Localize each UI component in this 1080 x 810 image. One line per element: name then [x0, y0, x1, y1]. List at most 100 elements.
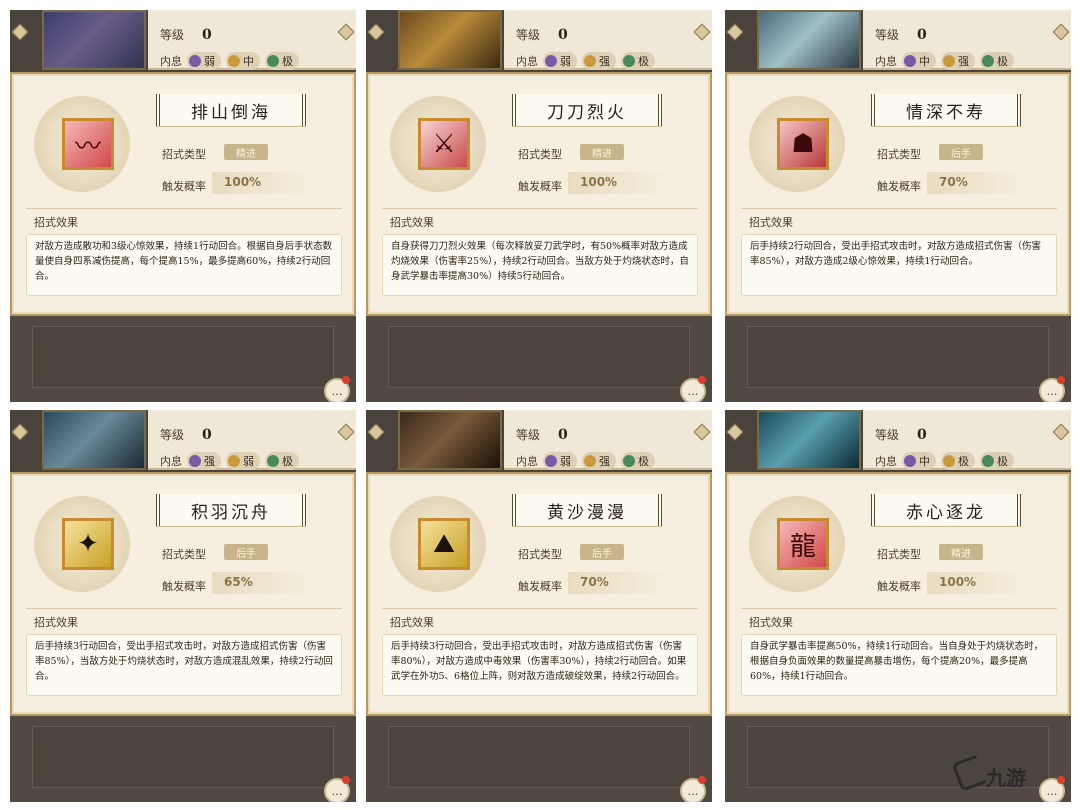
hero-portrait[interactable] — [398, 410, 502, 470]
affinity-label: 弱 — [560, 55, 571, 68]
hero-portrait[interactable] — [757, 410, 861, 470]
rate-value: 70% — [580, 575, 609, 589]
affinity-badge[interactable]: 强 — [187, 452, 221, 470]
affinity-label: 极 — [282, 455, 293, 468]
chat-dots: … — [687, 384, 699, 398]
affinity-label: 极 — [638, 455, 649, 468]
type-tag: 精进 — [580, 144, 624, 160]
affinity-badge[interactable]: 极 — [941, 452, 975, 470]
level-value: 0 — [558, 426, 568, 443]
empty-slot[interactable] — [388, 326, 690, 388]
empty-slot[interactable] — [32, 326, 334, 388]
affinity-label: 中 — [919, 55, 930, 68]
rate-label: 触发概率 — [877, 180, 921, 193]
affinity-badge[interactable]: 极 — [980, 52, 1014, 70]
affinity-dot-icon — [943, 55, 955, 67]
hero-portrait[interactable] — [42, 410, 146, 470]
chat-dots: … — [687, 784, 699, 798]
chat-bubble-icon[interactable]: … — [1039, 776, 1065, 802]
type-tag: 后手 — [224, 544, 268, 560]
affinity-dot-icon — [189, 455, 201, 467]
effect-text: 对敌方造成散功和3级心惊效果，持续1行动回合。根据自身后手状态数量使自身四系减伤… — [35, 241, 333, 282]
skill-glyph: ⛰ — [433, 528, 455, 559]
empty-slot[interactable] — [747, 326, 1049, 388]
level-value: 0 — [917, 26, 927, 43]
affinity-dot-icon — [545, 55, 557, 67]
rate-value: 100% — [580, 175, 618, 189]
effect-text: 后手持续3行动回合，受出手招式攻击时，对敌方造成招式伤害（伤害率80%），对敌方… — [391, 641, 687, 682]
affinity-label: 中 — [243, 55, 254, 68]
affinity-row: 内息 强 弱 极 — [160, 452, 299, 470]
empty-slot[interactable] — [32, 726, 334, 788]
affinity-row-label: 内息 — [160, 455, 182, 468]
affinity-badge[interactable]: 弱 — [543, 452, 577, 470]
hero-portrait[interactable] — [398, 10, 502, 70]
affinity-badge[interactable]: 极 — [980, 452, 1014, 470]
level-value: 0 — [202, 26, 212, 43]
affinity-label: 强 — [204, 455, 215, 468]
chat-bubble-icon[interactable]: … — [1039, 376, 1065, 402]
hero-info-header: 等级 0 内息 中 极 极 — [863, 410, 1071, 470]
affinity-badge[interactable]: 中 — [902, 452, 936, 470]
affinity-badge[interactable]: 极 — [621, 52, 655, 70]
hero-portrait[interactable] — [757, 10, 861, 70]
affinity-badge[interactable]: 弱 — [187, 52, 221, 70]
divider — [26, 208, 342, 209]
skill-glyph: 〰 — [74, 131, 101, 162]
affinity-badge[interactable]: 强 — [582, 52, 616, 70]
divider — [741, 208, 1057, 209]
affinity-dot-icon — [943, 455, 955, 467]
rate-value: 65% — [224, 575, 253, 589]
affinity-row-label: 内息 — [875, 455, 897, 468]
hero-info-header: 等级 0 内息 弱 强 极 — [504, 410, 712, 470]
chat-dots: … — [331, 384, 343, 398]
skill-panel: 等级 0 内息 中 极 极 龍 赤心逐龙 招式类型 精进 触发概率 100% 招… — [725, 410, 1071, 802]
skill-panel: 等级 0 内息 弱 强 极 ⚔ 刀刀烈火 招式类型 精进 触发概率 100% 招… — [366, 10, 712, 402]
level-label: 等级 — [875, 428, 900, 442]
affinity-badge[interactable]: 中 — [902, 52, 936, 70]
type-label: 招式类型 — [518, 548, 562, 561]
hero-portrait[interactable] — [42, 10, 146, 70]
chat-bubble-icon[interactable]: … — [324, 776, 350, 802]
lower-area — [725, 316, 1071, 402]
affinity-badge[interactable]: 极 — [265, 52, 299, 70]
affinity-dot-icon — [584, 455, 596, 467]
affinity-badge[interactable]: 弱 — [543, 52, 577, 70]
type-label: 招式类型 — [162, 148, 206, 161]
skill-detail-card: ✦ 积羽沉舟 招式类型 后手 触发概率 65% 招式效果 后手持续3行动回合，受… — [10, 472, 356, 716]
chat-bubble-icon[interactable]: … — [680, 776, 706, 802]
empty-slot[interactable] — [388, 726, 690, 788]
chat-bubble-icon[interactable]: … — [324, 376, 350, 402]
skill-detail-card: 〰 排山倒海 招式类型 精进 触发概率 100% 招式效果 对敌方造成散功和3级… — [10, 72, 356, 316]
chat-bubble-icon[interactable]: … — [680, 376, 706, 402]
skill-detail-card: ⚔ 刀刀烈火 招式类型 精进 触发概率 100% 招式效果 自身获得刀刀烈火效果… — [366, 72, 712, 316]
skill-glyph: ⚔ — [432, 129, 456, 159]
affinity-badge[interactable]: 中 — [226, 52, 260, 70]
affinity-dot-icon — [267, 55, 279, 67]
affinity-row-label: 内息 — [160, 55, 182, 68]
affinity-badge[interactable]: 强 — [941, 52, 975, 70]
affinity-dot-icon — [584, 55, 596, 67]
affinity-row: 内息 中 极 极 — [875, 452, 1014, 470]
hero-info-header: 等级 0 内息 强 弱 极 — [148, 410, 356, 470]
effect-label: 招式效果 — [34, 216, 78, 229]
skill-panel: 等级 0 内息 弱 中 极 〰 排山倒海 招式类型 精进 触发概率 100% 招… — [10, 10, 356, 402]
skill-detail-card: 龍 赤心逐龙 招式类型 精进 触发概率 100% 招式效果 自身武学暴击率提高5… — [725, 472, 1071, 716]
affinity-badge[interactable]: 极 — [265, 452, 299, 470]
skill-panel: 等级 0 内息 强 弱 极 ✦ 积羽沉舟 招式类型 后手 触发概率 65% 招式… — [10, 410, 356, 802]
skill-glyph: ✦ — [77, 529, 99, 559]
affinity-label: 强 — [599, 455, 610, 468]
affinity-dot-icon — [982, 55, 994, 67]
mountain-icon: ⛰ — [418, 518, 470, 570]
effect-label: 招式效果 — [749, 216, 793, 229]
affinity-label: 弱 — [243, 455, 254, 468]
level-label: 等级 — [516, 428, 541, 442]
affinity-badge[interactable]: 弱 — [226, 452, 260, 470]
affinity-badge[interactable]: 强 — [582, 452, 616, 470]
affinity-label: 极 — [638, 55, 649, 68]
affinity-badge[interactable]: 极 — [621, 452, 655, 470]
type-tag: 后手 — [580, 544, 624, 560]
level-label: 等级 — [516, 28, 541, 42]
rate-label: 触发概率 — [877, 580, 921, 593]
affinity-label: 极 — [958, 455, 969, 468]
